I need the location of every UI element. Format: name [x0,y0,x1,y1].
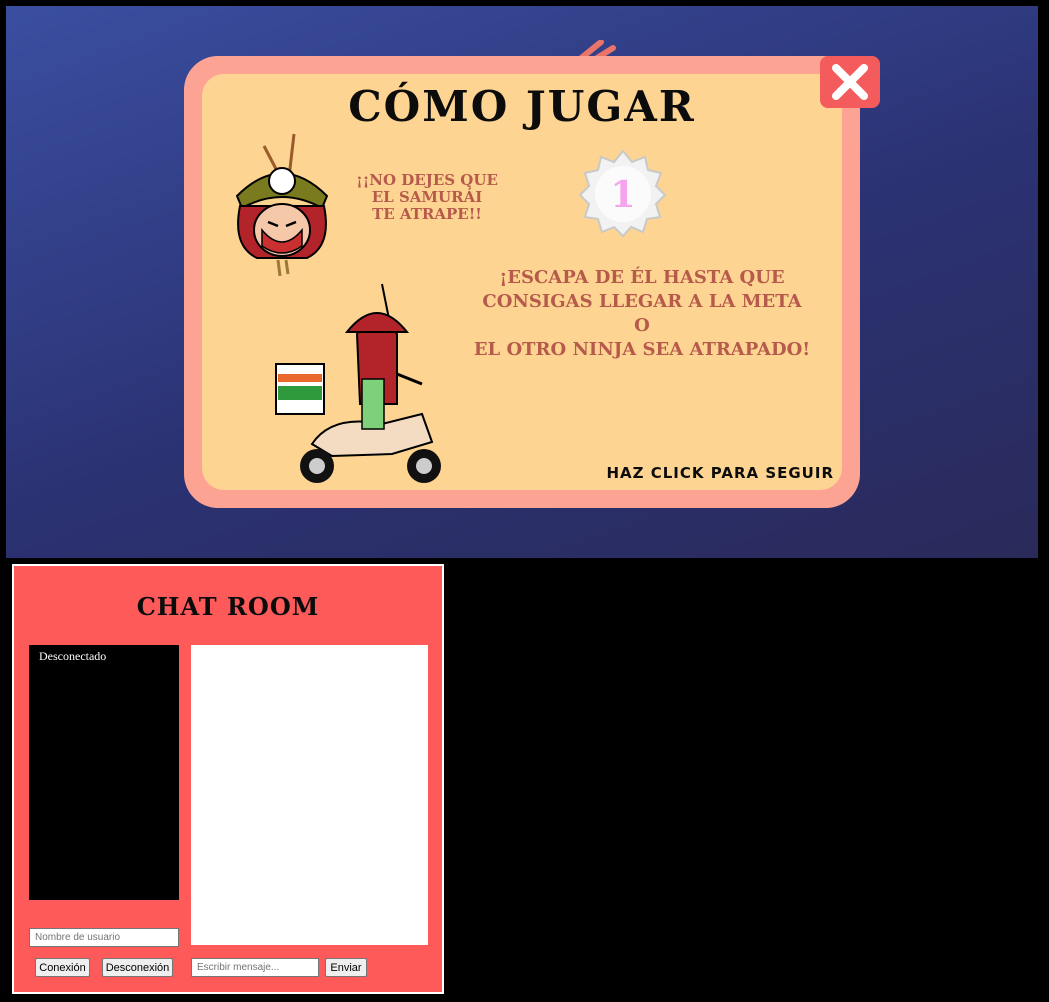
disconnect-button[interactable]: Desconexión [102,958,173,977]
ninja-scooter-icon [275,283,441,483]
samurai-head-icon [235,133,329,276]
warning-line: TE ATRAPE!! [372,205,482,223]
warning-text: ¡¡NO DEJES QUE EL SAMURÁI TE ATRAPE!! [342,172,512,223]
badge-icon: 1 [578,149,667,238]
escape-text: ¡ESCAPA DE ÉL HASTA QUE CONSIGAS LLEGAR … [432,266,852,362]
user-list: Desconectado [29,645,179,900]
escape-line: CONSIGAS LLEGAR A LA META [482,291,802,312]
chat-title: CHAT ROOM [136,592,320,621]
game-canvas[interactable]: CÓMO JUGAR ¡¡NO DEJES QUE EL SAMURÁI TE … [6,6,1038,558]
message-area[interactable] [191,645,428,945]
warning-line: EL SAMURÁI [371,188,483,206]
how-to-play-panel: CÓMO JUGAR ¡¡NO DEJES QUE EL SAMURÁI TE … [202,74,842,490]
message-input[interactable] [191,958,319,977]
send-button[interactable]: Enviar [325,958,367,977]
badge-number: 1 [610,174,635,216]
how-to-play-card[interactable]: CÓMO JUGAR ¡¡NO DEJES QUE EL SAMURÁI TE … [184,56,860,508]
warning-line: ¡¡NO DEJES QUE [356,171,498,189]
escape-line: ¡ESCAPA DE ÉL HASTA QUE [499,267,785,288]
close-icon [832,64,868,100]
connect-button[interactable]: Conexión [35,958,90,977]
page-title: CÓMO JUGAR [348,82,696,131]
step-badge: 1 [578,148,668,242]
username-input[interactable] [29,928,179,947]
escape-line: O [634,315,650,336]
escape-line: EL OTRO NINJA SEA ATRAPADO! [473,339,811,360]
continue-prompt[interactable]: HAZ CLICK PARA SEGUIR [544,464,834,482]
close-button[interactable] [820,56,880,108]
connection-status: Desconectado [39,649,107,663]
chat-room-panel: CHAT ROOM Desconectado Conexión Desconex… [12,564,444,994]
